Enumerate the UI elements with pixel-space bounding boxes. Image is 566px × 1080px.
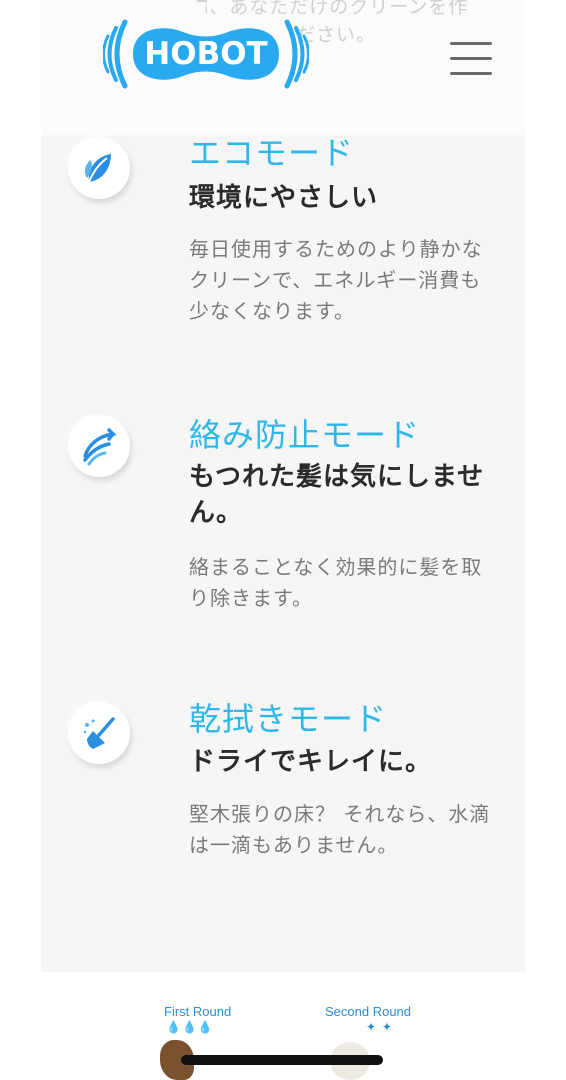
water-drops-icon: 💧💧💧 (166, 1020, 214, 1034)
home-indicator[interactable] (181, 1055, 383, 1065)
header-ghost-text-2: ださい。 (296, 24, 377, 46)
feature-description: 絡まることなく効果的に髪を取り除きます。 (189, 555, 483, 610)
broom-icon (68, 702, 130, 764)
feature-subtitle: ドライでキレイに。 (189, 747, 433, 777)
feature-subtitle: 環境にやさしい (189, 183, 379, 213)
feature-title: 絡み防止モード (189, 416, 421, 454)
first-round-label: First Round (164, 1004, 232, 1019)
sparkle-icon: ✦ ✦ (366, 1020, 393, 1034)
feature-description: 毎日使用するためのより静かなクリーンで、エネルギー消費も少なくなります。 (189, 237, 483, 323)
feature-subtitle: もつれた髪は気にしません。 (189, 462, 485, 528)
cleaning-comparison: First Round 💧💧💧 Second Round ✦ ✦ (0, 1000, 566, 1080)
feather-wind-icon (68, 415, 130, 477)
feature-title: 乾拭きモード (189, 700, 388, 738)
leaf-icon (68, 137, 130, 199)
hobot-logo[interactable]: HOBOT (102, 14, 310, 94)
feature-title: エコモード (189, 134, 355, 172)
second-round-label: Second Round (325, 1004, 412, 1019)
feature-description: 堅木張りの床？ それなら、水滴は一滴もありません。 (189, 802, 491, 857)
hamburger-menu-icon[interactable] (446, 36, 496, 82)
logo-text: HOBOT (144, 36, 268, 72)
